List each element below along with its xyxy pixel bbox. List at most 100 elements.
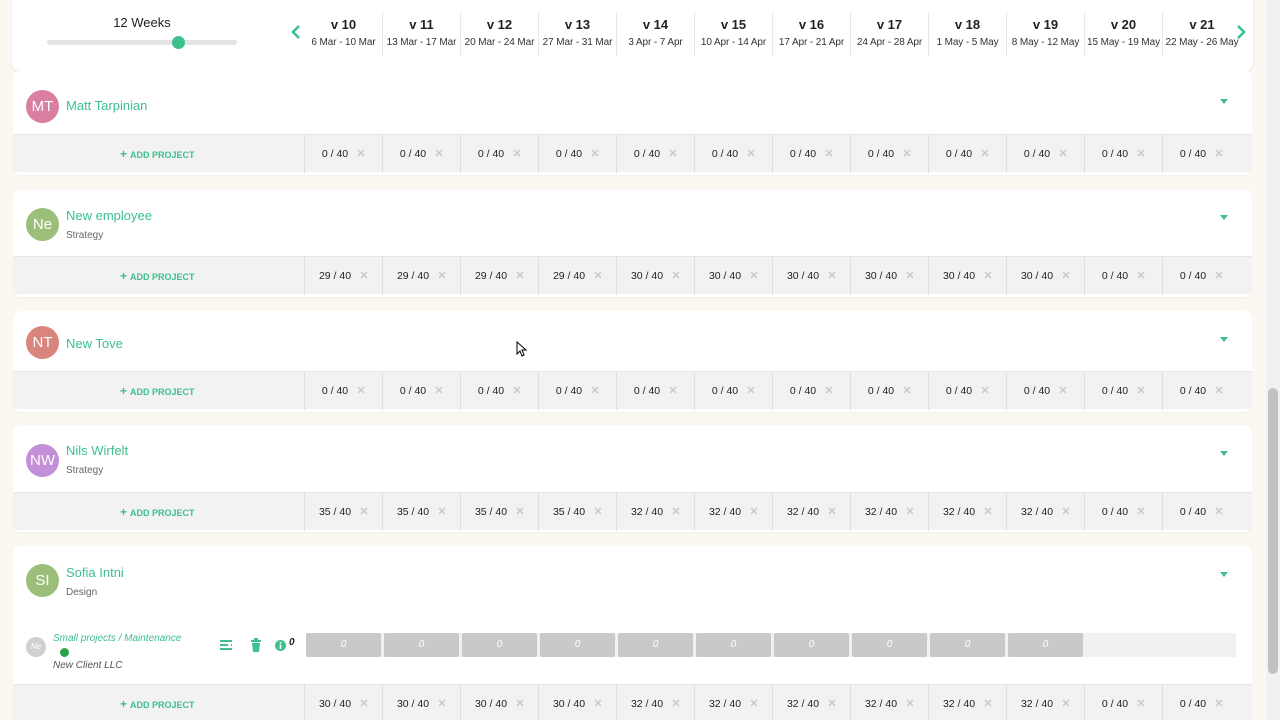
close-icon[interactable] [513,148,521,160]
close-icon[interactable] [906,270,914,282]
close-icon[interactable] [984,698,992,710]
close-icon[interactable] [1137,148,1145,160]
close-icon[interactable] [513,385,521,397]
add-project-button[interactable]: + ADD PROJECT [120,147,195,161]
close-icon[interactable] [438,698,446,710]
person-header[interactable]: MT Matt Tarpinian [13,70,1252,134]
scrollbar-thumb[interactable] [1268,388,1278,674]
close-icon[interactable] [1062,270,1070,282]
close-icon[interactable] [669,385,677,397]
add-project-button[interactable]: + ADD PROJECT [120,697,195,711]
close-icon[interactable] [984,506,992,518]
allocation-cell[interactable]: 0 [384,633,459,657]
close-icon[interactable] [591,385,599,397]
close-icon[interactable] [516,270,524,282]
person-name[interactable]: Sofia Intni [66,565,124,580]
add-project-button[interactable]: + ADD PROJECT [120,384,195,398]
close-icon[interactable] [750,698,758,710]
add-project-button[interactable]: + ADD PROJECT [120,505,195,519]
person-name[interactable]: Matt Tarpinian [66,98,147,113]
close-icon[interactable] [357,385,365,397]
close-icon[interactable] [903,385,911,397]
close-icon[interactable] [903,148,911,160]
close-icon[interactable] [435,385,443,397]
close-icon[interactable] [984,270,992,282]
close-icon[interactable] [516,506,524,518]
close-icon[interactable] [1137,270,1145,282]
person-name[interactable]: New employee [66,208,152,223]
close-icon[interactable] [906,698,914,710]
person-header[interactable]: NW Nils Wirfelt Strategy [13,425,1252,492]
close-icon[interactable] [1059,148,1067,160]
close-icon[interactable] [906,506,914,518]
close-icon[interactable] [825,385,833,397]
person-header[interactable]: NT New Tove [13,311,1252,371]
close-icon[interactable] [1215,270,1223,282]
allocation-cell[interactable]: 0 [306,633,381,657]
allocation-cell[interactable]: 0 [930,633,1005,657]
close-icon[interactable] [750,270,758,282]
close-icon[interactable] [435,148,443,160]
allocation-cell[interactable]: 0 [852,633,927,657]
caret-down-icon[interactable] [1218,334,1230,346]
caret-down-icon[interactable] [1218,448,1230,460]
close-icon[interactable] [360,270,368,282]
close-icon[interactable] [360,698,368,710]
close-icon[interactable] [360,506,368,518]
close-icon[interactable] [672,270,680,282]
zoom-slider-thumb[interactable] [172,36,186,49]
chevron-right-icon[interactable] [1234,24,1248,42]
project-name[interactable]: Small projects / Maintenance [53,633,181,644]
allocation-cell[interactable]: 0 [462,633,537,657]
close-icon[interactable] [1215,698,1223,710]
caret-down-icon[interactable] [1218,569,1230,581]
close-icon[interactable] [825,148,833,160]
close-icon[interactable] [516,698,524,710]
close-icon[interactable] [828,698,836,710]
allocation-cell[interactable]: 0 [618,633,693,657]
chevron-left-icon[interactable] [289,24,303,42]
close-icon[interactable] [438,506,446,518]
close-icon[interactable] [594,506,602,518]
close-icon[interactable] [747,385,755,397]
close-icon[interactable] [672,698,680,710]
close-icon[interactable] [1137,506,1145,518]
caret-down-icon[interactable] [1218,212,1230,224]
close-icon[interactable] [1137,385,1145,397]
close-icon[interactable] [750,506,758,518]
close-icon[interactable] [981,148,989,160]
person-header[interactable]: Ne New employee Strategy [13,190,1252,256]
close-icon[interactable] [1215,148,1223,160]
allocation-cell[interactable]: 0 [774,633,849,657]
add-project-button[interactable]: + ADD PROJECT [120,269,195,283]
close-icon[interactable] [1062,506,1070,518]
person-name[interactable]: New Tove [66,336,123,351]
close-icon[interactable] [357,148,365,160]
close-icon[interactable] [672,506,680,518]
close-icon[interactable] [591,148,599,160]
zoom-slider[interactable] [47,36,237,49]
close-icon[interactable] [1062,698,1070,710]
close-icon[interactable] [594,270,602,282]
person-header[interactable]: SI Sofia Intni Design [13,546,1252,625]
close-icon[interactable] [1215,385,1223,397]
close-icon[interactable] [594,698,602,710]
close-icon[interactable] [747,148,755,160]
close-icon[interactable] [438,270,446,282]
allocation-cell[interactable]: 0 [696,633,771,657]
close-icon[interactable] [1137,698,1145,710]
close-icon[interactable] [981,385,989,397]
person-name[interactable]: Nils Wirfelt [66,443,128,458]
info-icon[interactable] [275,638,286,652]
close-icon[interactable] [828,270,836,282]
close-icon[interactable] [1215,506,1223,518]
close-icon[interactable] [1059,385,1067,397]
allocation-cell[interactable]: 0 [540,633,615,657]
scrollbar[interactable] [1266,0,1280,720]
list-icon[interactable] [219,638,233,652]
close-icon[interactable] [828,506,836,518]
caret-down-icon[interactable] [1218,96,1230,108]
close-icon[interactable] [669,148,677,160]
trash-icon[interactable] [250,638,264,652]
allocation-cell[interactable]: 0 [1008,633,1083,657]
